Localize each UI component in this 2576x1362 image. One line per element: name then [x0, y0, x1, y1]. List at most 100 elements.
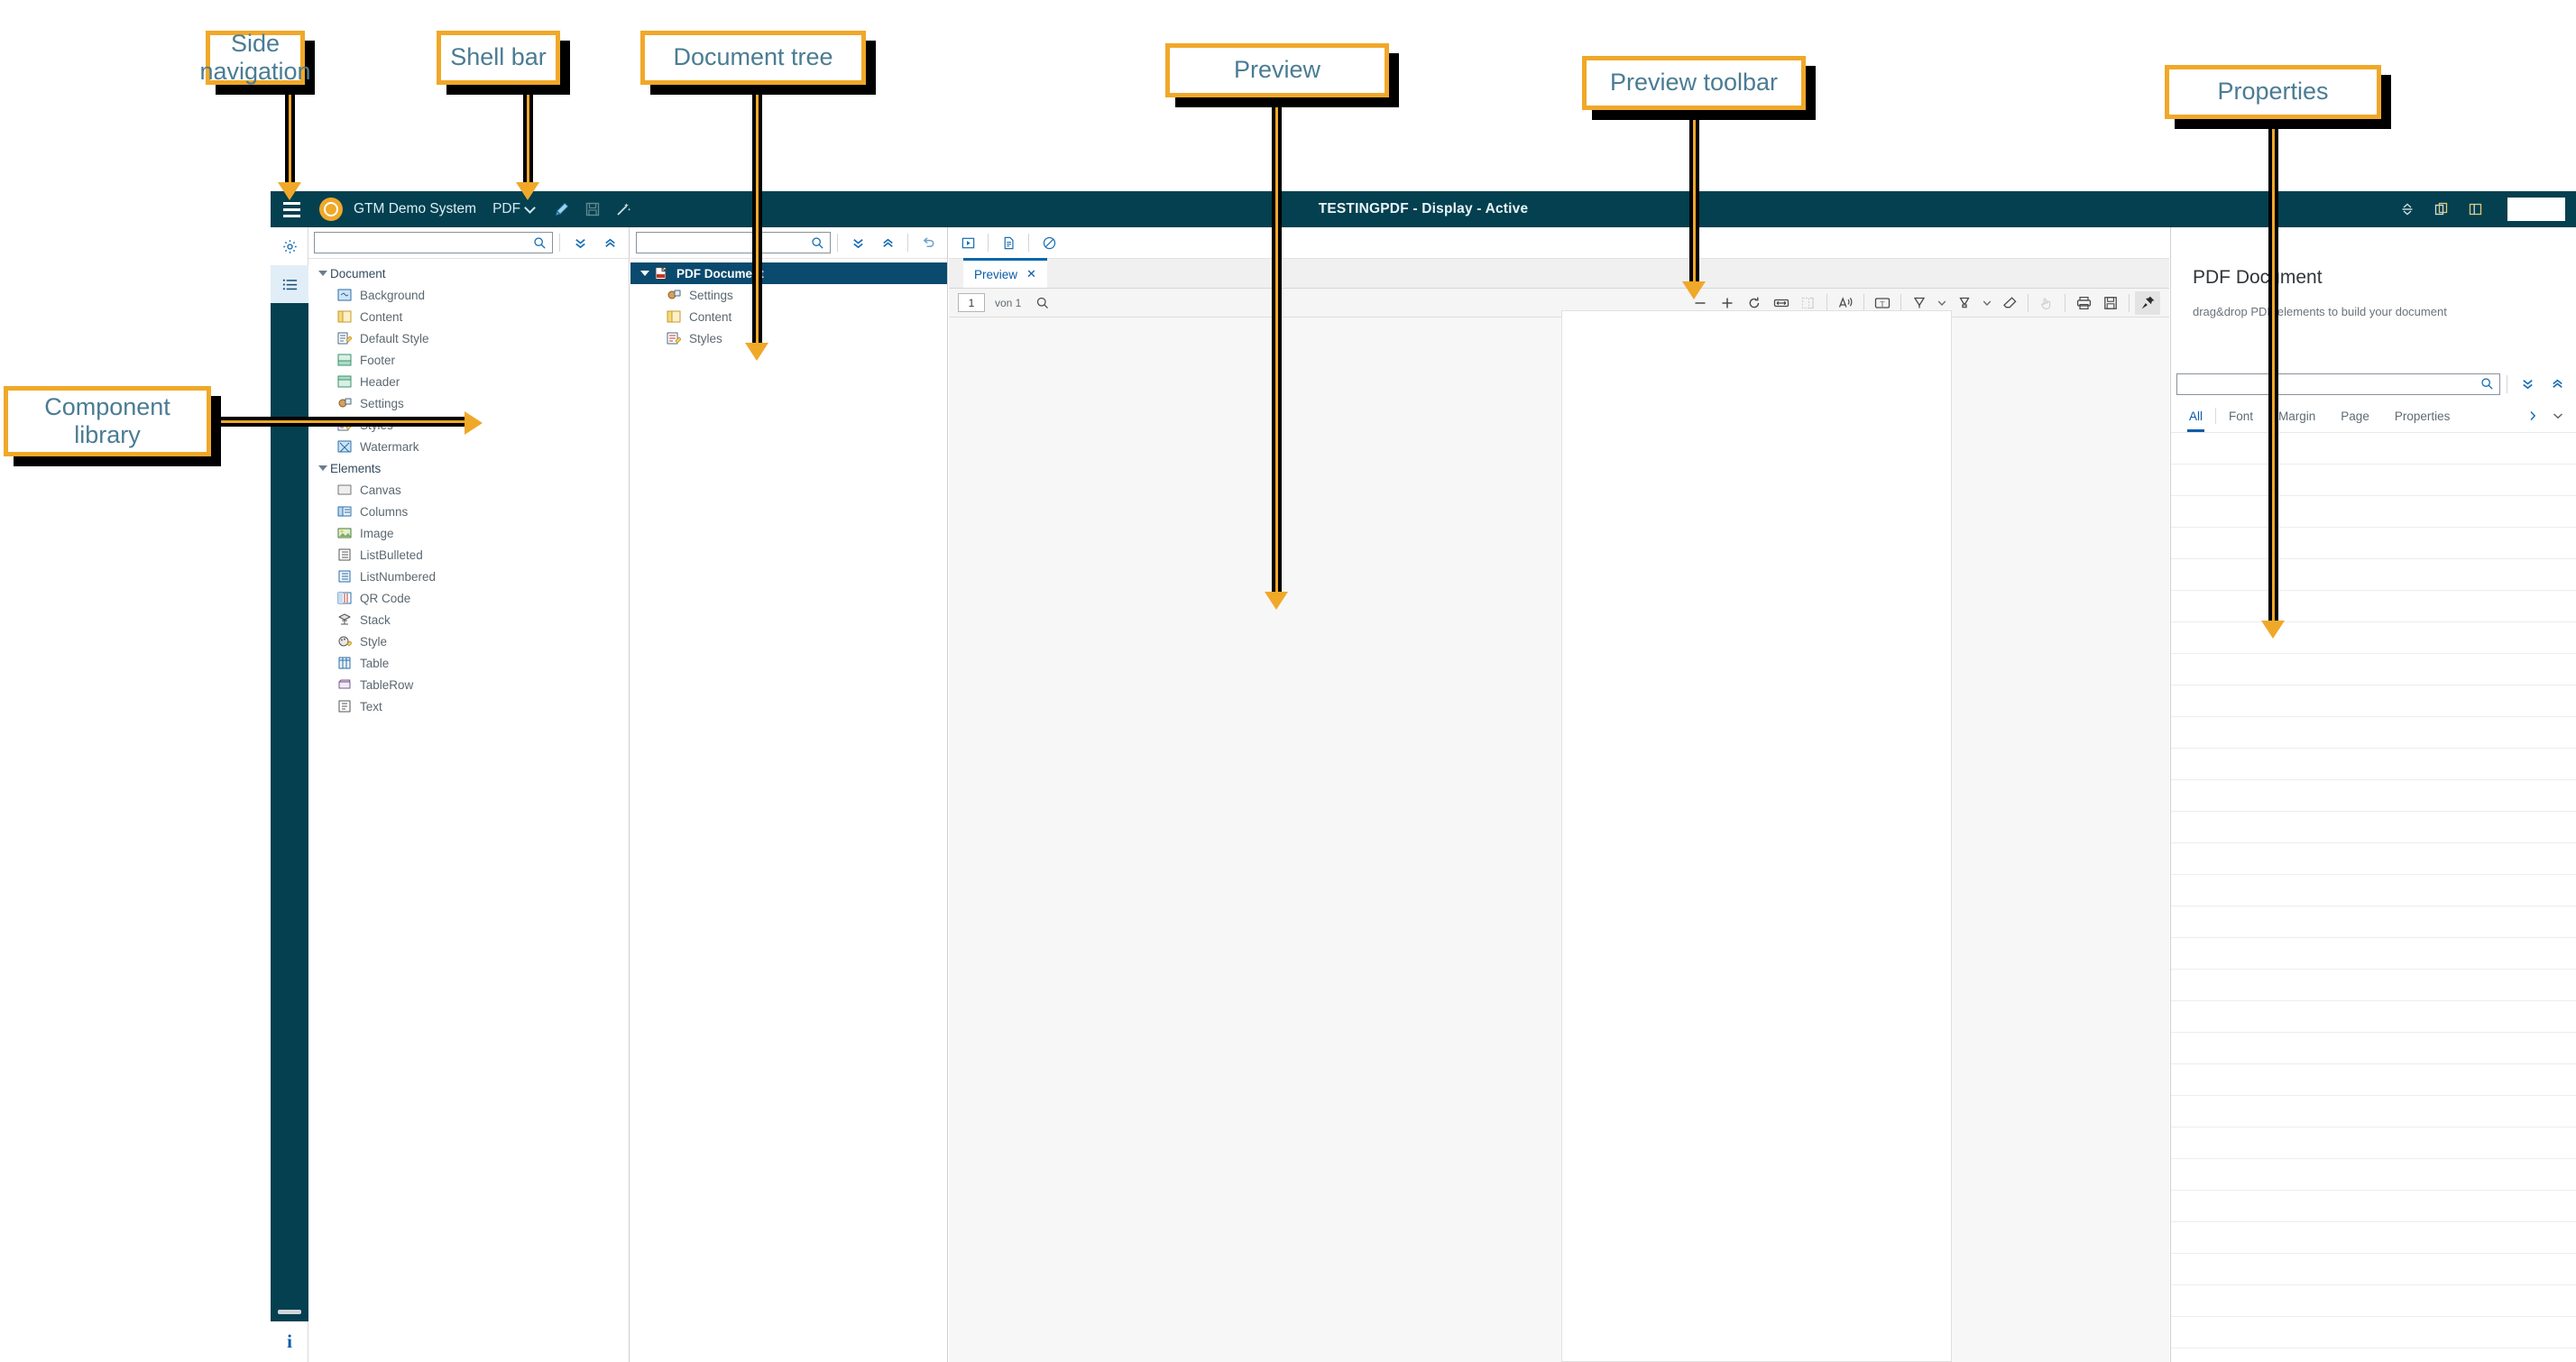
library-item-label: ListBulleted — [360, 548, 423, 562]
expand-triangle-icon[interactable] — [316, 465, 330, 471]
library-item-watermark[interactable]: Watermark — [308, 436, 629, 457]
print-icon[interactable] — [2071, 291, 2096, 315]
highlighter-icon[interactable] — [1952, 291, 1977, 315]
library-search[interactable] — [314, 232, 553, 253]
properties-tab-properties[interactable]: Properties — [2382, 400, 2463, 432]
search-icon — [812, 236, 823, 249]
table-row-icon — [338, 679, 351, 689]
next-arrow-icon[interactable] — [2520, 404, 2545, 428]
sidenav-item-component-library[interactable] — [271, 265, 308, 303]
library-item-style[interactable]: Style — [308, 630, 629, 652]
settings-icon — [665, 288, 683, 302]
library-group-document[interactable]: Document — [308, 262, 629, 284]
properties-tab-all[interactable]: All — [2176, 400, 2215, 432]
library-item-image[interactable]: Image — [308, 522, 629, 544]
library-item-listbulleted[interactable]: ListBulleted — [308, 544, 629, 566]
collapse-all-icon[interactable] — [2544, 372, 2571, 397]
library-item-canvas[interactable]: Canvas — [308, 479, 629, 501]
expand-triangle-icon[interactable] — [638, 271, 652, 276]
preview-tabstrip: Preview ✕ — [949, 258, 2169, 289]
library-item-qr-code[interactable]: QR Code — [308, 587, 629, 609]
properties-grid-row — [2171, 622, 2576, 654]
doctree-item-settings[interactable]: Settings — [630, 284, 947, 306]
expand-all-icon[interactable] — [566, 230, 593, 255]
image-icon — [336, 526, 354, 540]
doctree-root[interactable]: PDF Document — [630, 262, 947, 284]
callout-properties: Properties — [2165, 65, 2381, 119]
save-icon[interactable] — [577, 194, 608, 225]
library-search-input[interactable] — [320, 235, 533, 251]
more-chevron-icon[interactable] — [2545, 404, 2571, 428]
highlighter-dropdown-icon[interactable] — [1979, 291, 1995, 315]
properties-tab-page[interactable]: Page — [2328, 400, 2382, 432]
library-toolbar — [308, 227, 629, 259]
run-icon[interactable] — [954, 230, 981, 255]
library-item-columns[interactable]: Columns — [308, 501, 629, 522]
component-library-tree: Document Background Content Default Style Fo… — [308, 259, 629, 717]
document-structure-tree: PDF Document Settings Content Styles — [630, 259, 947, 349]
sidenav-item-settings[interactable] — [271, 227, 308, 265]
properties-header: PDF Document drag&drop PDF elements to b… — [2171, 227, 2576, 318]
doctree-item-content[interactable]: Content — [630, 306, 947, 327]
canvas-icon — [336, 483, 354, 497]
properties-grid-row — [2171, 1033, 2576, 1064]
properties-grid-row — [2171, 433, 2576, 465]
eraser-icon[interactable] — [1997, 291, 2022, 315]
collapse-all-icon[interactable] — [596, 230, 623, 255]
collapse-all-icon[interactable] — [874, 230, 901, 255]
user-avatar-placeholder[interactable] — [2507, 198, 2565, 221]
close-icon[interactable]: ✕ — [1026, 267, 1036, 281]
library-item-content[interactable]: Content — [308, 306, 629, 327]
save-icon[interactable] — [2098, 291, 2123, 315]
search-icon[interactable] — [1030, 291, 1055, 315]
callout-preview-toolbar: Preview toolbar — [1582, 56, 1806, 110]
library-group-label: Document — [330, 266, 386, 281]
pdf-page-canvas[interactable] — [1561, 310, 1952, 1362]
cancel-icon[interactable] — [1035, 230, 1063, 255]
properties-search-input[interactable] — [2183, 376, 2480, 391]
library-item-text[interactable]: Text — [308, 695, 629, 717]
page-number-input[interactable]: 1 — [958, 293, 985, 312]
pin-icon[interactable] — [2135, 290, 2160, 315]
library-item-background[interactable]: Background — [308, 284, 629, 306]
library-group-elements[interactable]: Elements — [308, 457, 629, 479]
arrowhead-side-navigation — [278, 182, 301, 200]
expand-all-icon[interactable] — [2514, 372, 2541, 397]
library-item-header[interactable]: Header — [308, 371, 629, 392]
duplicate-icon[interactable] — [2426, 194, 2457, 225]
library-item-default-style[interactable]: Default Style — [308, 327, 629, 349]
info-icon[interactable]: i — [271, 1321, 308, 1362]
undo-icon[interactable] — [915, 230, 942, 255]
edit-pencil-icon[interactable] — [547, 194, 577, 225]
callout-shell-bar-label: Shell bar — [450, 43, 547, 71]
hand-icon[interactable] — [2034, 291, 2059, 315]
library-item-footer[interactable]: Footer — [308, 349, 629, 371]
library-item-stack[interactable]: Stack — [308, 609, 629, 630]
expand-triangle-icon[interactable] — [316, 271, 330, 276]
tab-preview[interactable]: Preview ✕ — [963, 258, 1047, 288]
watermark-icon — [336, 439, 354, 454]
properties-grid-row — [2171, 1127, 2576, 1159]
callout-component-library: Component library — [4, 386, 211, 456]
library-item-table[interactable]: Table — [308, 652, 629, 674]
doctree-item-label: Content — [689, 309, 732, 324]
doctree-item-styles[interactable]: Styles — [630, 327, 947, 349]
properties-tab-font[interactable]: Font — [2216, 400, 2266, 432]
callout-preview-toolbar-label: Preview toolbar — [1609, 69, 1779, 97]
sidenav-resize-handle[interactable] — [278, 1310, 301, 1314]
magic-wand-icon[interactable] — [608, 194, 639, 225]
properties-search[interactable] — [2176, 373, 2500, 395]
new-document-icon[interactable] — [995, 230, 1022, 255]
split-view-icon[interactable] — [2461, 194, 2491, 225]
app-selector[interactable]: PDF — [492, 201, 536, 217]
tab-preview-label: Preview — [974, 267, 1018, 281]
library-item-tablerow[interactable]: TableRow — [308, 674, 629, 695]
expand-all-icon[interactable] — [844, 230, 871, 255]
expand-collapse-icon[interactable] — [2392, 194, 2423, 225]
doctree-search-input[interactable] — [642, 235, 811, 251]
properties-grid-row — [2171, 970, 2576, 1001]
library-item-label: Header — [360, 374, 400, 389]
properties-grid-row — [2171, 686, 2576, 717]
doctree-search[interactable] — [636, 232, 831, 253]
library-item-listnumbered[interactable]: ListNumbered — [308, 566, 629, 587]
